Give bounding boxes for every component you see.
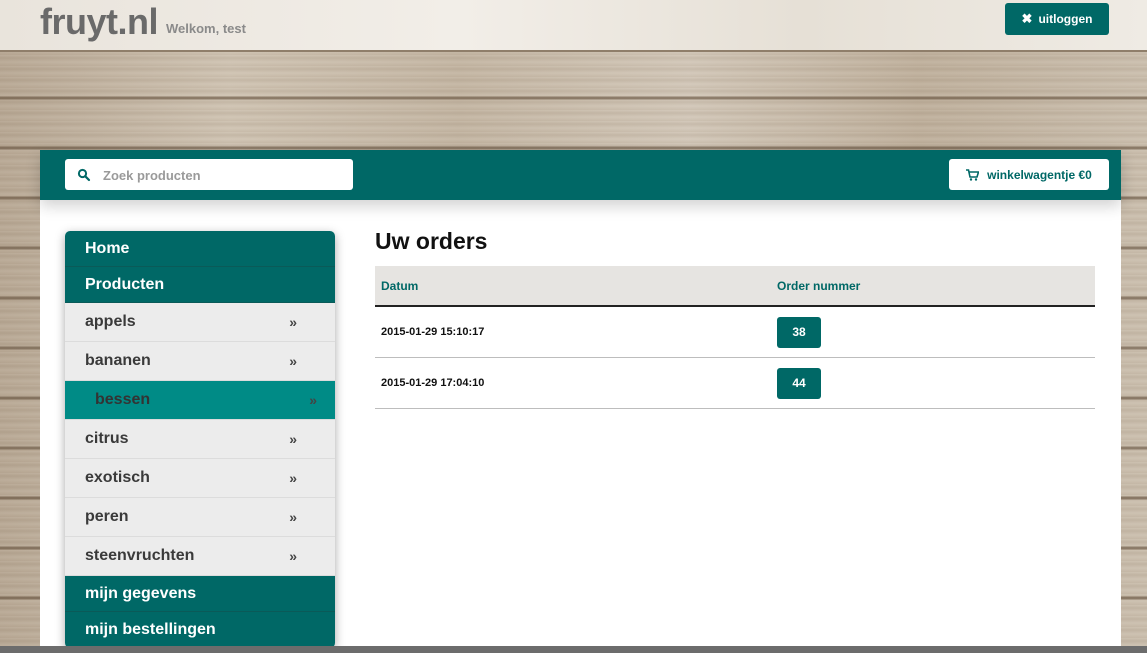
sidebar-item-label: citrus [85,430,129,447]
table-header-row: Datum Order nummer [375,266,1095,307]
orders-table: Datum Order nummer 2015-01-29 15:10:17 3… [375,266,1095,409]
search-input[interactable] [101,159,345,192]
table-row: 2015-01-29 15:10:17 38 [375,306,1095,358]
order-number-button[interactable]: 38 [777,316,821,348]
double-chevron-right-icon: » [289,431,297,447]
sidebar-item-label: bananen [85,352,151,369]
table-row: 2015-01-29 17:04:10 44 [375,357,1095,409]
top-bar: fruyt.nl Welkom, test ✖ uitloggen [0,0,1147,52]
sidebar-item-mijn-gegevens[interactable]: mijn gegevens [65,576,335,612]
search-icon [77,168,91,182]
cart-icon [966,168,980,181]
sidebar-item-producten[interactable]: Producten [65,267,335,303]
sidebar-item-label: exotisch [85,469,150,486]
double-chevron-right-icon: » [289,509,297,525]
taskbar-strip [0,646,1147,653]
order-date: 2015-01-29 17:04:10 [375,357,771,409]
sidebar-item-exotisch[interactable]: exotisch » [65,459,335,498]
double-chevron-right-icon: » [309,392,317,408]
double-chevron-right-icon: » [289,353,297,369]
column-header-order-nummer: Order nummer [771,266,1095,307]
main-panel: winkelwagentje €0 Home Producten appels … [40,150,1121,653]
sidebar-item-appels[interactable]: appels » [65,303,335,342]
order-date: 2015-01-29 15:10:17 [375,306,771,358]
logout-button[interactable]: ✖ uitloggen [1005,3,1109,35]
sidebar-item-steenvruchten[interactable]: steenvruchten » [65,537,335,576]
sidebar-item-label: steenvruchten [85,547,195,564]
close-icon: ✖ [1021,11,1033,26]
search-box [65,159,353,192]
sidebar-item-mijn-bestellingen[interactable]: mijn bestellingen [65,612,335,648]
orders-content: Uw orders Datum Order nummer 2015-01-29 … [375,228,1095,409]
welcome-text: Welkom, test [166,21,246,36]
order-number-cell: 44 [771,357,1095,409]
sidebar-item-label: appels [85,313,136,330]
sidebar-item-home[interactable]: Home [65,231,335,267]
double-chevron-right-icon: » [289,470,297,486]
sidebar-item-citrus[interactable]: citrus » [65,420,335,459]
sidebar-item-bessen[interactable]: bessen » [65,381,335,420]
panel-header: winkelwagentje €0 [40,150,1121,200]
page-title: Uw orders [375,228,488,254]
site-logo[interactable]: fruyt.nl [40,1,159,43]
double-chevron-right-icon: » [289,548,297,564]
logout-label: uitloggen [1038,12,1093,26]
cart-label: winkelwagentje €0 [987,167,1092,182]
sidebar-menu: Home Producten appels » bananen » bessen… [65,231,335,648]
double-chevron-right-icon: » [289,314,297,330]
order-number-cell: 38 [771,306,1095,358]
sidebar-item-label: peren [85,508,129,525]
cart-button[interactable]: winkelwagentje €0 [949,159,1109,190]
sidebar-item-peren[interactable]: peren » [65,498,335,537]
order-number-button[interactable]: 44 [777,367,821,399]
column-header-datum: Datum [375,266,771,307]
sidebar-item-bananen[interactable]: bananen » [65,342,335,381]
sidebar-item-label: bessen [95,391,151,408]
